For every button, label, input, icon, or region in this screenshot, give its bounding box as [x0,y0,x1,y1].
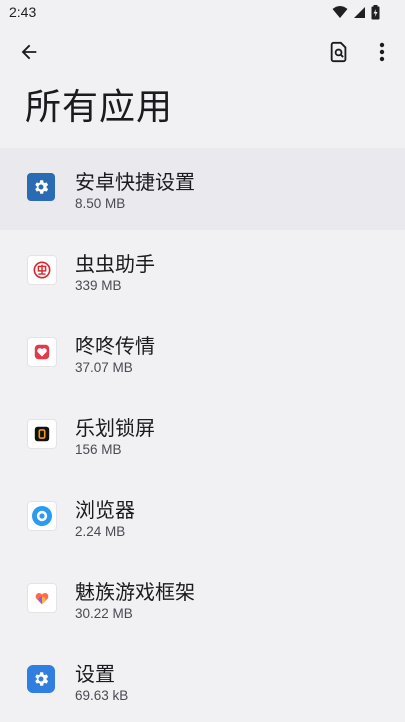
list-item-meizu-game-framework[interactable]: 魅族游戏框架 30.22 MB [0,558,405,640]
list-item-android-quick-settings[interactable]: 安卓快捷设置 8.50 MB [0,148,405,230]
app-size: 69.63 kB [75,688,129,703]
status-time: 2:43 [9,4,37,20]
app-name: 浏览器 [75,498,135,522]
app-name: 咚咚传情 [75,334,155,358]
list-item-settings[interactable]: 设置 69.63 kB [0,640,405,722]
app-list: 安卓快捷设置 8.50 MB 虫虫助手 339 MB 咚咚传情 37.07 MB [0,148,405,722]
settings-gear-icon [27,665,55,693]
lock-screen-icon [27,419,57,449]
cell-signal-icon [353,6,366,19]
search-button[interactable] [319,34,359,74]
list-item-chongchong-assistant[interactable]: 虫虫助手 339 MB [0,230,405,312]
app-name: 乐划锁屏 [75,416,155,440]
app-size: 156 MB [75,442,122,457]
game-framework-icon [27,583,57,613]
status-icons [332,4,380,20]
app-size: 339 MB [75,278,122,293]
wifi-icon [332,5,348,19]
app-name: 设置 [75,662,115,686]
browser-icon [27,501,57,531]
app-size: 2.24 MB [75,524,126,539]
more-vert-icon [379,42,385,66]
status-bar: 2:43 [0,0,405,26]
back-button[interactable] [9,34,49,74]
app-name: 魅族游戏框架 [75,580,195,604]
app-size: 37.07 MB [75,360,133,375]
list-item-lehua-lockscreen[interactable]: 乐划锁屏 156 MB [0,394,405,476]
app-size: 30.22 MB [75,606,133,621]
list-item-dongdong[interactable]: 咚咚传情 37.07 MB [0,312,405,394]
app-name: 安卓快捷设置 [75,170,195,194]
top-app-bar [0,30,405,78]
heart-icon [27,337,57,367]
more-options-button[interactable] [362,34,402,74]
app-name: 虫虫助手 [75,252,155,276]
arrow-back-icon [18,41,40,67]
app-size: 8.50 MB [75,196,126,211]
gear-icon [27,173,55,201]
battery-charging-icon [371,4,380,20]
search-document-icon [328,41,350,67]
page-title: 所有应用 [25,87,174,128]
list-item-browser[interactable]: 浏览器 2.24 MB [0,476,405,558]
chongchong-logo-icon [27,255,57,285]
